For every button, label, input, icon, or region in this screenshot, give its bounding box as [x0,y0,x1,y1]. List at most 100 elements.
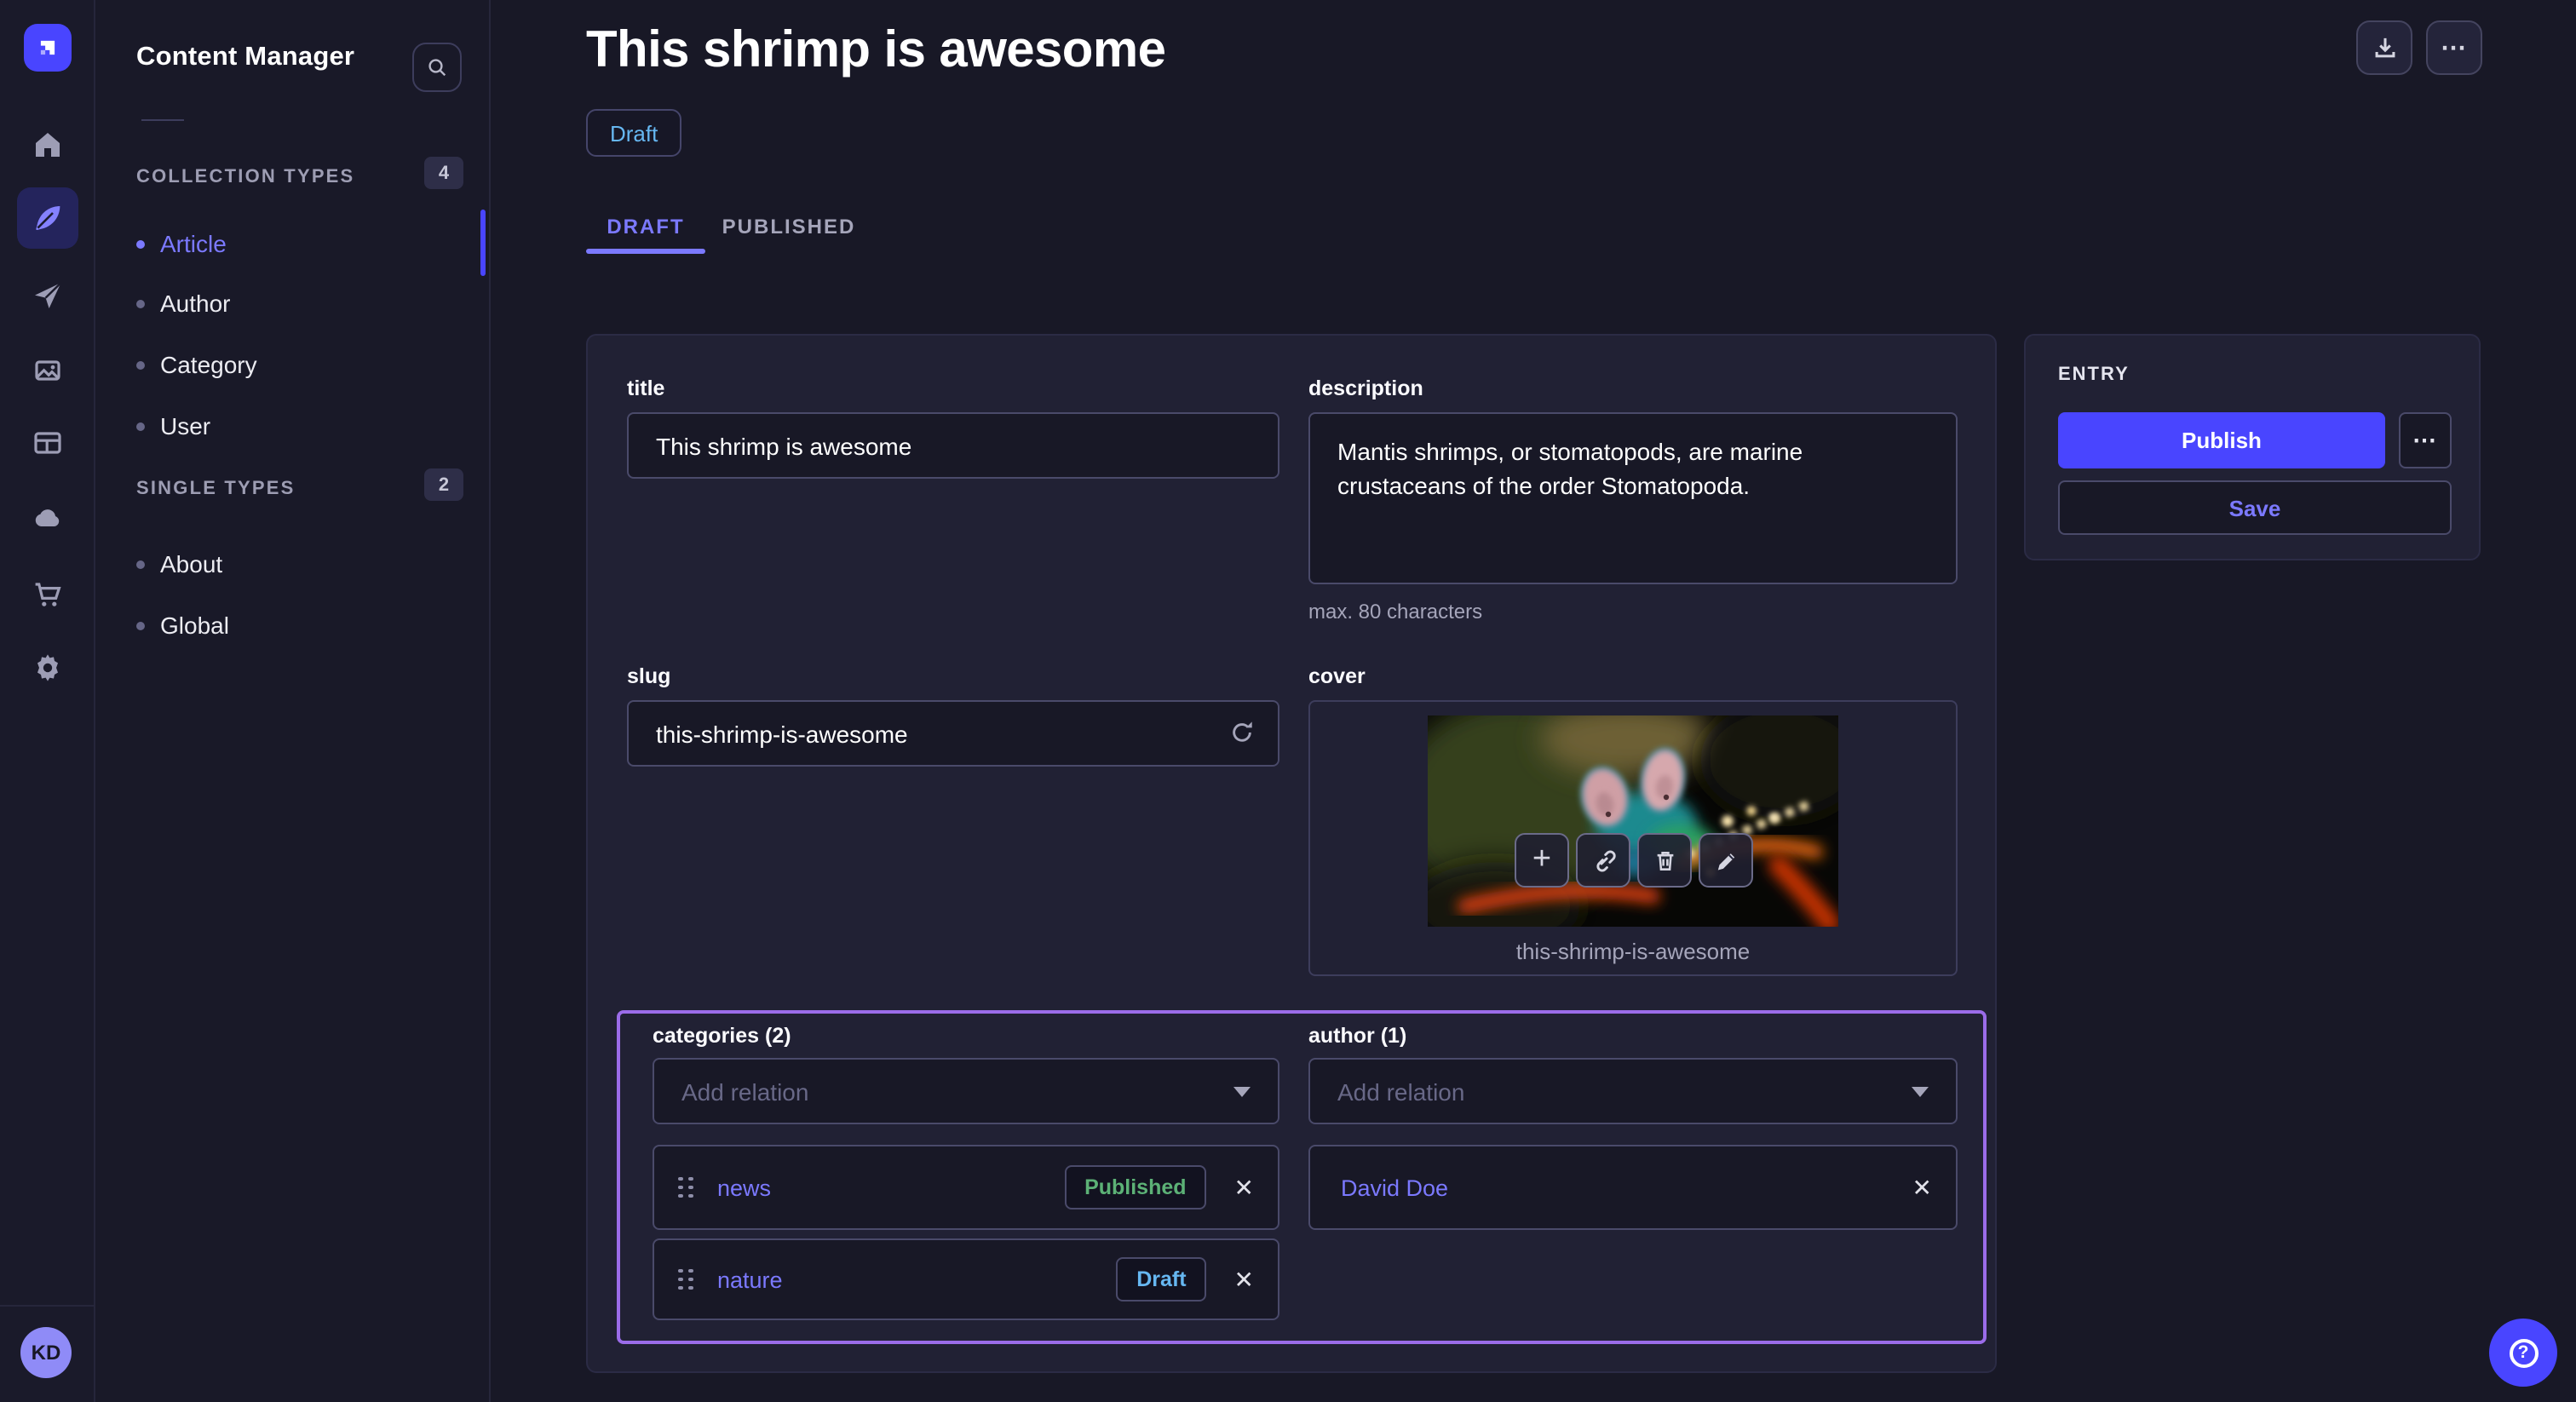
author-field-label: author (1) [1308,1024,1406,1048]
entry-more-actions-button[interactable]: ⋯ [2399,412,2452,468]
active-item-indicator [480,210,486,276]
strapi-logo[interactable] [24,24,72,72]
feather-icon [31,201,65,235]
sidebar-item-label: Author [160,290,231,317]
single-types-count: 2 [424,468,463,501]
sidebar-item-marketplace[interactable] [17,564,78,625]
status-badge-published: Published [1064,1165,1206,1210]
description-textarea[interactable]: Mantis shrimps, or stomatopods, are mari… [1308,412,1958,584]
bullet-icon [136,560,145,568]
strapi-logo-icon [32,32,63,63]
entry-panel: ENTRY Publish ⋯ Save [2024,334,2481,560]
tab-active-underline [586,249,705,254]
collection-types-count: 4 [424,157,463,189]
sidebar-item-settings[interactable] [17,637,78,698]
title-input[interactable] [627,412,1279,479]
categories-field-label: categories (2) [653,1024,791,1048]
author-relation-combobox[interactable]: Add relation [1308,1058,1958,1124]
sidebar-item-label: Category [160,351,257,378]
sidebar-item-label: Global [160,612,229,639]
pictures-icon [31,353,65,387]
drag-handle-icon[interactable] [678,1176,693,1198]
sidebar-item-content-type-builder[interactable] [17,412,78,474]
relation-row-news: news Published ✕ [653,1145,1279,1230]
bullet-icon [136,422,145,430]
sidebar-item-global[interactable]: Global [136,603,477,647]
page-title: This shrimp is awesome [586,22,1165,80]
status-badge-draft: Draft [1116,1257,1206,1301]
export-button[interactable] [2356,20,2412,75]
remove-relation-news-button[interactable]: ✕ [1217,1169,1254,1205]
slug-field-label: slug [627,664,670,688]
sidebar-divider [141,119,184,121]
drag-handle-icon[interactable] [678,1268,693,1290]
sidebar-item-about[interactable]: About [136,542,477,586]
delete-asset-button[interactable] [1637,833,1692,888]
close-icon: ✕ [1234,1173,1254,1200]
cover-image [1428,715,1838,927]
content-manager-sidebar: Content Manager COLLECTION TYPES 4 Artic… [95,0,491,1402]
sidebar-item-deploy[interactable] [17,487,78,549]
cover-caption: this-shrimp-is-awesome [1310,939,1956,964]
close-icon: ✕ [1912,1173,1932,1200]
search-button[interactable] [412,43,462,92]
sidebar-title: Content Manager [136,43,354,73]
link-icon [1589,846,1618,875]
help-button[interactable]: ? [2489,1319,2557,1387]
home-icon [31,128,65,162]
user-avatar[interactable]: KD [20,1327,72,1378]
relation-row-david-doe: David Doe ✕ [1308,1145,1958,1230]
cloud-icon [31,501,65,535]
sidebar-item-author[interactable]: Author [136,281,477,325]
bullet-icon [136,621,145,629]
sidebar-item-label: User [160,412,210,440]
section-label-collection-types: COLLECTION TYPES [136,167,354,187]
relation-link-david-doe[interactable]: David Doe [1334,1175,1448,1200]
sidebar-item-releases[interactable] [17,264,78,325]
close-icon: ✕ [1234,1265,1254,1292]
trash-icon [1650,846,1679,875]
regenerate-slug-button[interactable] [1227,717,1257,748]
bullet-icon [136,239,145,248]
ellipsis-icon: ⋯ [2412,426,2438,455]
copy-link-button[interactable] [1576,833,1630,888]
sidebar-item-label: About [160,550,222,577]
ellipsis-icon: ⋯ [2441,32,2468,63]
categories-placeholder: Add relation [681,1077,808,1105]
publish-button[interactable]: Publish [2058,412,2385,468]
sidebar-item-media-library[interactable] [17,339,78,400]
chevron-down-icon [1233,1086,1251,1096]
categories-relation-combobox[interactable]: Add relation [653,1058,1279,1124]
cart-icon [31,577,65,612]
layout-icon [31,426,65,460]
slug-input[interactable] [627,700,1279,767]
more-actions-button[interactable]: ⋯ [2426,20,2482,75]
save-button[interactable]: Save [2058,480,2452,535]
sidebar-item-user[interactable]: User [136,404,477,448]
add-asset-button[interactable]: + [1515,833,1569,888]
relation-row-nature: nature Draft ✕ [653,1238,1279,1320]
pencil-icon [1711,846,1740,875]
sidebar-item-content-manager[interactable] [17,187,78,249]
relation-link-nature[interactable]: nature [717,1267,783,1292]
tab-published[interactable]: PUBLISHED [729,211,848,242]
edit-asset-button[interactable] [1699,833,1753,888]
sidebar-item-home[interactable] [17,114,78,175]
cover-field: + this-shrimp-is-awesome [1308,700,1958,976]
status-badge: Draft [586,109,681,157]
remove-relation-nature-button[interactable]: ✕ [1217,1261,1254,1297]
tab-draft[interactable]: DRAFT [586,211,705,242]
download-icon [2369,32,2400,63]
description-helper-text: max. 80 characters [1308,600,1482,623]
search-icon [424,53,450,82]
refresh-icon [1227,717,1257,748]
description-field-label: description [1308,376,1423,400]
relation-link-news[interactable]: news [717,1175,771,1200]
sidebar-item-category[interactable]: Category [136,342,477,387]
remove-relation-david-doe-button[interactable]: ✕ [1895,1169,1932,1205]
mantis-shrimp-photo [1428,715,1838,927]
sidebar-item-article[interactable]: Article [136,221,477,266]
gear-icon [31,651,65,685]
entry-panel-title: ENTRY [2058,365,2130,385]
sidebar-item-label: Article [160,230,227,257]
